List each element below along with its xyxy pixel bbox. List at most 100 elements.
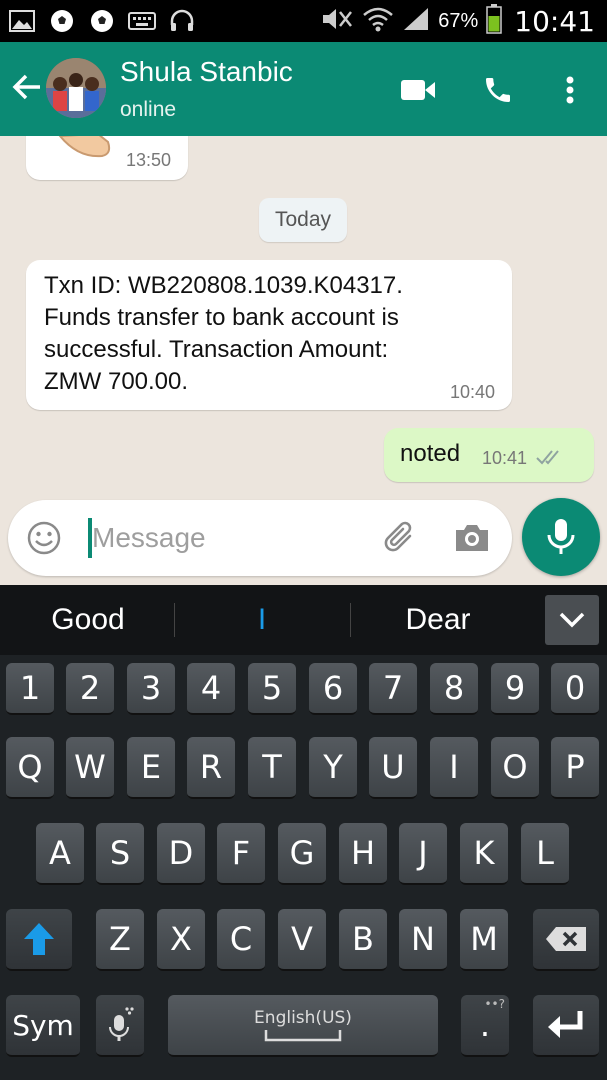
emoji-icon[interactable] bbox=[26, 520, 62, 556]
sym-key[interactable]: Sym bbox=[6, 995, 80, 1057]
punctuation-hint: ••? bbox=[484, 997, 505, 1011]
key-3[interactable]: 3 bbox=[127, 663, 175, 715]
football-notification-icon bbox=[48, 8, 76, 34]
suggestion-good[interactable]: Good bbox=[3, 603, 173, 637]
keyboard: Good I Dear 1 2 3 4 5 6 7 8 9 0 Q W E R … bbox=[0, 585, 607, 1080]
space-bar-icon bbox=[264, 1030, 342, 1042]
more-options-icon[interactable] bbox=[550, 70, 590, 110]
key-s[interactable]: S bbox=[96, 823, 144, 885]
key-c[interactable]: C bbox=[217, 909, 265, 971]
key-o[interactable]: O bbox=[491, 737, 539, 799]
message-time: 10:41 bbox=[482, 448, 528, 468]
battery-percentage: 67% bbox=[438, 9, 479, 32]
key-e[interactable]: E bbox=[127, 737, 175, 799]
divider bbox=[350, 603, 351, 637]
key-8[interactable]: 8 bbox=[430, 663, 478, 715]
key-y[interactable]: Y bbox=[309, 737, 357, 799]
collapse-suggestions-button[interactable] bbox=[545, 595, 599, 645]
key-6[interactable]: 6 bbox=[309, 663, 357, 715]
period-label: . bbox=[479, 1006, 491, 1044]
message-line: Txn ID: WB220808.1039.K04317. bbox=[44, 272, 403, 299]
back-arrow-icon[interactable] bbox=[10, 70, 44, 104]
video-call-icon[interactable] bbox=[398, 70, 438, 110]
message-line: successful. Transaction Amount: bbox=[44, 336, 389, 363]
key-d[interactable]: D bbox=[157, 823, 205, 885]
key-0[interactable]: 0 bbox=[551, 663, 599, 715]
key-9[interactable]: 9 bbox=[491, 663, 539, 715]
key-n[interactable]: N bbox=[399, 909, 447, 971]
message-text: noted bbox=[400, 440, 461, 467]
key-z[interactable]: Z bbox=[96, 909, 144, 971]
key-k[interactable]: K bbox=[460, 823, 508, 885]
message-time: 13:50 bbox=[126, 150, 172, 170]
key-7[interactable]: 7 bbox=[369, 663, 417, 715]
key-g[interactable]: G bbox=[278, 823, 326, 885]
key-r[interactable]: R bbox=[187, 737, 235, 799]
clock: 10:41 bbox=[514, 4, 595, 38]
key-j[interactable]: J bbox=[399, 823, 447, 885]
status-bar: 67% 10:41 bbox=[0, 0, 607, 42]
key-b[interactable]: B bbox=[339, 909, 387, 971]
headphones-icon bbox=[168, 8, 196, 34]
message-input[interactable]: Message bbox=[92, 522, 206, 554]
battery-icon bbox=[486, 3, 503, 39]
suggestion-i[interactable]: I bbox=[177, 603, 347, 637]
message-line: ZMW 700.00. bbox=[44, 368, 189, 395]
key-5[interactable]: 5 bbox=[248, 663, 296, 715]
key-a[interactable]: A bbox=[36, 823, 84, 885]
backspace-icon bbox=[546, 927, 586, 951]
signal-icon bbox=[402, 6, 430, 37]
key-p[interactable]: P bbox=[551, 737, 599, 799]
key-x[interactable]: X bbox=[157, 909, 205, 971]
contact-name[interactable]: Shula Stanbic bbox=[120, 56, 293, 88]
key-u[interactable]: U bbox=[369, 737, 417, 799]
key-v[interactable]: V bbox=[278, 909, 326, 971]
key-h[interactable]: H bbox=[339, 823, 387, 885]
message-bubble-incoming-sticker[interactable]: 13:50 bbox=[26, 136, 188, 180]
enter-return-icon bbox=[548, 1011, 583, 1038]
message-composer[interactable]: Message bbox=[8, 500, 512, 576]
space-key[interactable]: English(US) bbox=[168, 995, 438, 1057]
period-key[interactable]: ••? . bbox=[461, 995, 509, 1057]
date-divider: Today bbox=[259, 198, 347, 242]
gallery-notification-icon bbox=[8, 8, 36, 34]
voice-call-icon[interactable] bbox=[478, 70, 518, 110]
sticker-image bbox=[58, 136, 114, 173]
microphone-settings-icon bbox=[109, 1007, 134, 1041]
message-time: 10:40 bbox=[450, 382, 496, 402]
enter-key[interactable] bbox=[533, 995, 599, 1057]
key-f[interactable]: F bbox=[217, 823, 265, 885]
language-label: English(US) bbox=[254, 1008, 352, 1028]
key-2[interactable]: 2 bbox=[66, 663, 114, 715]
key-l[interactable]: L bbox=[521, 823, 569, 885]
key-i[interactable]: I bbox=[430, 737, 478, 799]
football-notification-icon bbox=[88, 8, 116, 34]
suggestion-dear[interactable]: Dear bbox=[353, 603, 523, 637]
key-q[interactable]: Q bbox=[6, 737, 54, 799]
backspace-key[interactable] bbox=[533, 909, 599, 971]
voice-input-key[interactable] bbox=[96, 995, 144, 1057]
message-line: Funds transfer to bank account is bbox=[44, 304, 399, 331]
key-t[interactable]: T bbox=[248, 737, 296, 799]
chevron-down-icon bbox=[559, 612, 585, 628]
mute-icon bbox=[320, 6, 354, 37]
key-4[interactable]: 4 bbox=[187, 663, 235, 715]
wifi-icon bbox=[362, 5, 394, 38]
avatar[interactable] bbox=[46, 58, 106, 118]
divider bbox=[174, 603, 175, 637]
microphone-icon bbox=[547, 519, 575, 554]
camera-icon[interactable] bbox=[452, 518, 492, 558]
chat-header: Shula Stanbic online bbox=[0, 42, 607, 136]
voice-message-button[interactable] bbox=[522, 498, 600, 576]
attach-icon[interactable] bbox=[380, 518, 420, 558]
contact-status: online bbox=[120, 98, 177, 121]
key-m[interactable]: M bbox=[460, 909, 508, 971]
keyboard-notification-icon bbox=[128, 8, 156, 34]
message-bubble-outgoing[interactable]: noted 10:41 bbox=[384, 428, 594, 482]
message-bubble-incoming[interactable]: Txn ID: WB220808.1039.K04317. Funds tran… bbox=[26, 260, 512, 410]
key-1[interactable]: 1 bbox=[6, 663, 54, 715]
key-w[interactable]: W bbox=[66, 737, 114, 799]
suggestion-bar: Good I Dear bbox=[0, 585, 607, 655]
shift-key[interactable] bbox=[6, 909, 72, 971]
shift-arrow-icon bbox=[24, 923, 54, 955]
